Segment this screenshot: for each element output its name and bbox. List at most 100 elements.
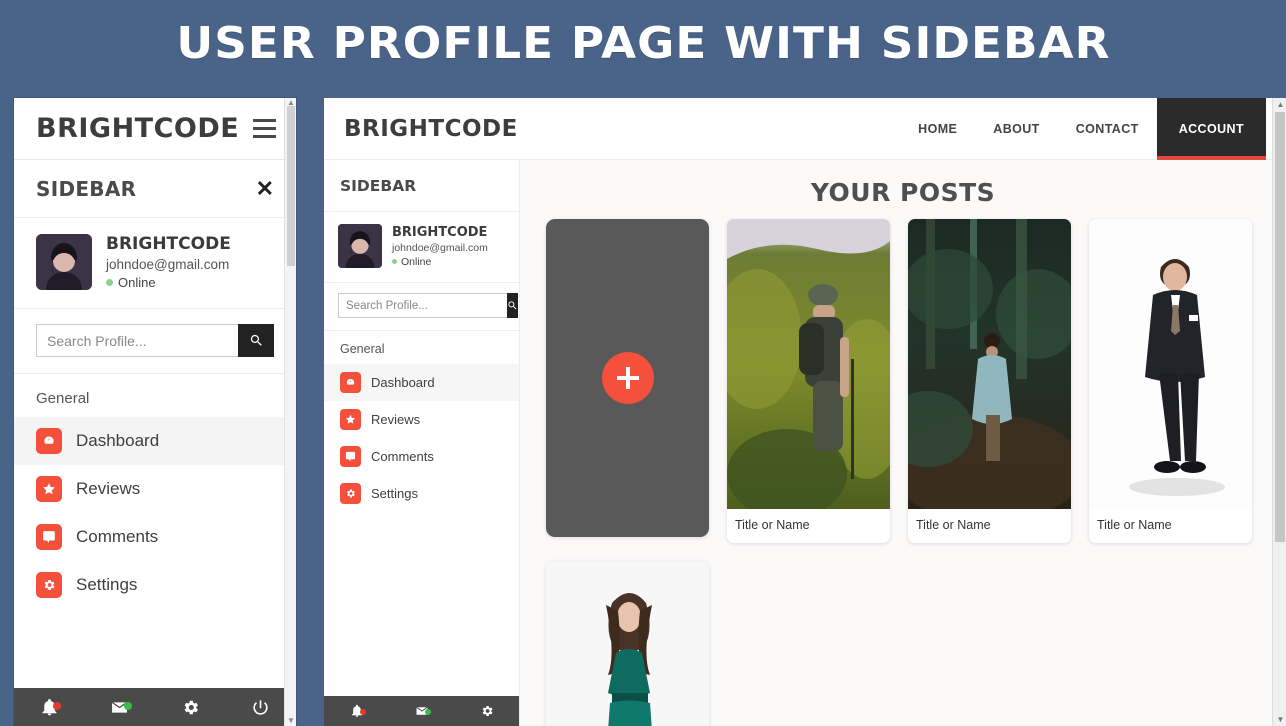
page-banner: USER PROFILE PAGE WITH SIDEBAR (0, 0, 1286, 86)
desktop-brand-logo: BRIGHTCODE (344, 115, 518, 142)
gear-icon (340, 483, 361, 504)
desktop-sidebar-bottom-bar (324, 696, 519, 726)
notification-badge (359, 709, 366, 715)
sidebar-item-comments[interactable]: Comments (324, 438, 519, 475)
sidebar-item-reviews[interactable]: Reviews (14, 465, 296, 513)
post-card[interactable]: Title or Name (1089, 219, 1252, 543)
post-title: Title or Name (916, 518, 991, 532)
post-card[interactable]: Title or Name (727, 219, 890, 543)
search-input[interactable] (338, 293, 507, 318)
banner-title: USER PROFILE PAGE WITH SIDEBAR (175, 17, 1111, 69)
mobile-nav-group-label: General (36, 390, 90, 408)
desktop-search-row (324, 283, 519, 331)
desktop-top-bar: BRIGHTCODE HOME ABOUT CONTACT ACCOUNT (324, 98, 1286, 160)
profile-status: Online (392, 256, 488, 268)
sidebar-item-label: Comments (76, 527, 159, 547)
nav-link-home[interactable]: HOME (900, 98, 975, 160)
desktop-sidebar-header: SIDEBAR (324, 160, 519, 212)
desktop-sidebar: SIDEBAR BRIGHTCODE johndoe@gmail.com Onl… (324, 160, 520, 726)
search-icon (508, 301, 517, 310)
posts-grid: Title or Name Title or Name Title or Nam… (520, 219, 1286, 726)
post-card[interactable]: Title or Name (908, 219, 1071, 543)
profile-email: johndoe@gmail.com (106, 257, 230, 273)
avatar (36, 234, 92, 291)
mobile-sidebar-header: SIDEBAR ✕ (14, 160, 296, 218)
profile-name: BRIGHTCODE (392, 224, 488, 240)
message-badge (424, 709, 431, 715)
desktop-body: SIDEBAR BRIGHTCODE johndoe@gmail.com Onl… (324, 160, 1286, 726)
scrollbar-thumb[interactable] (1275, 112, 1285, 542)
mobile-preview-panel: BRIGHTCODE SIDEBAR ✕ BRIGHTCODE johndoe@… (14, 98, 296, 726)
settings-button[interactable] (155, 698, 226, 717)
sidebar-item-label: Reviews (76, 479, 141, 499)
sidebar-item-label: Settings (371, 486, 418, 501)
sidebar-item-settings[interactable]: Settings (14, 561, 296, 609)
gear-icon (36, 572, 62, 599)
add-post-card[interactable] (546, 219, 709, 537)
message-badge (123, 701, 132, 710)
hamburger-icon[interactable] (253, 119, 276, 138)
mobile-search-row (14, 309, 296, 375)
post-title: Title or Name (735, 518, 810, 532)
scroll-down-arrow[interactable]: ▼ (287, 717, 295, 725)
plus-icon[interactable] (601, 352, 654, 404)
close-icon[interactable]: ✕ (256, 177, 274, 200)
notification-badge (53, 701, 62, 710)
online-dot-icon (106, 279, 113, 287)
sidebar-item-settings[interactable]: Settings (324, 475, 519, 512)
power-icon (253, 699, 268, 715)
avatar (338, 224, 382, 268)
post-image (908, 219, 1071, 509)
search-button[interactable] (507, 293, 518, 318)
sidebar-item-label: Reviews (371, 412, 421, 427)
post-image (727, 219, 890, 509)
scrollbar-thumb[interactable] (287, 106, 295, 266)
sidebar-item-label: Comments (371, 449, 434, 464)
scroll-up-arrow[interactable]: ▲ (1276, 100, 1285, 109)
desktop-preview-panel: BRIGHTCODE HOME ABOUT CONTACT ACCOUNT SI… (324, 98, 1286, 726)
mobile-sidebar-heading: SIDEBAR (36, 176, 137, 201)
sidebar-item-reviews[interactable]: Reviews (324, 401, 519, 438)
mobile-profile-row: BRIGHTCODE johndoe@gmail.com Online (14, 218, 296, 310)
notifications-button[interactable] (14, 698, 85, 717)
desktop-sidebar-heading: SIDEBAR (340, 176, 417, 195)
page-scrollbar[interactable]: ▲ ▼ (1272, 98, 1286, 726)
posts-content-area: YOUR POSTS Title or Name Title or Name T… (520, 160, 1286, 726)
desktop-profile-row: BRIGHTCODE johndoe@gmail.com Online (324, 212, 519, 283)
profile-status: Online (106, 275, 231, 290)
posts-title: YOUR POSTS (810, 178, 996, 207)
mobile-bottom-bar (14, 688, 296, 726)
nav-link-contact[interactable]: CONTACT (1058, 98, 1157, 160)
sidebar-item-dashboard[interactable]: Dashboard (324, 364, 519, 401)
post-card[interactable] (546, 561, 709, 726)
comment-icon (340, 446, 361, 467)
dashboard-icon (340, 372, 361, 393)
gear-icon (482, 705, 492, 717)
messages-button[interactable] (389, 704, 454, 718)
sidebar-item-dashboard[interactable]: Dashboard (14, 417, 296, 466)
sidebar-item-comments[interactable]: Comments (14, 513, 296, 561)
mobile-panel-scrollbar[interactable]: ▲ ▼ (284, 98, 296, 726)
star-icon (36, 476, 62, 503)
post-image (1089, 219, 1252, 509)
online-dot-icon (392, 259, 397, 264)
sidebar-item-label: Dashboard (76, 431, 160, 451)
post-image (546, 561, 709, 726)
scroll-down-arrow[interactable]: ▼ (1276, 715, 1285, 724)
sidebar-item-label: Dashboard (371, 375, 435, 390)
profile-status-label: Online (118, 275, 156, 291)
sidebar-item-label: Settings (76, 575, 138, 595)
nav-link-account[interactable]: ACCOUNT (1156, 98, 1267, 160)
settings-button[interactable] (454, 704, 519, 718)
profile-name: BRIGHTCODE (106, 234, 231, 254)
desktop-top-nav: HOME ABOUT CONTACT ACCOUNT (900, 98, 1286, 160)
notifications-button[interactable] (324, 704, 389, 718)
search-input[interactable] (36, 324, 238, 358)
messages-button[interactable] (85, 698, 156, 717)
mobile-brand-logo: BRIGHTCODE (36, 113, 240, 144)
comment-icon (36, 524, 62, 551)
mobile-brand-bar: BRIGHTCODE (14, 98, 296, 160)
nav-link-about[interactable]: ABOUT (975, 98, 1057, 160)
gear-icon (184, 700, 198, 714)
search-button[interactable] (238, 324, 274, 358)
